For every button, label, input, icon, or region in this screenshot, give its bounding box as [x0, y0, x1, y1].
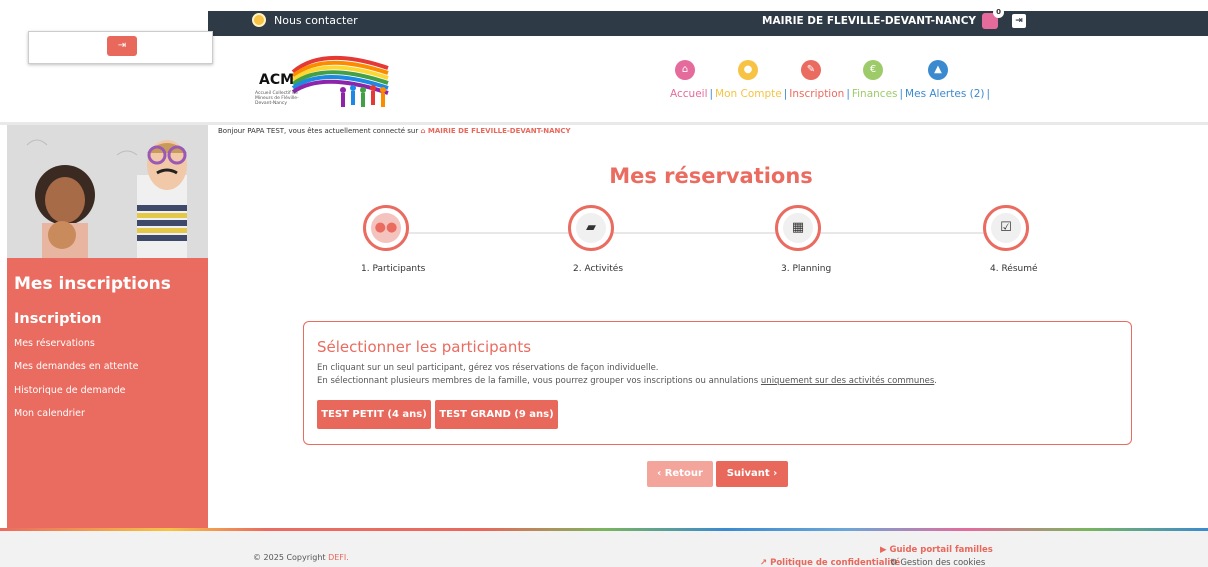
sidebar-link-demandes[interactable]: Mes demandes en attente — [14, 361, 138, 372]
logout-icon[interactable]: ⇥ — [1012, 14, 1027, 28]
step-participants[interactable]: ●● — [363, 205, 409, 251]
nav-home[interactable]: ⌂ — [675, 60, 695, 87]
step-label-participants: 1. Participants — [361, 264, 426, 274]
participant-button-grand[interactable]: TEST GRAND (9 ans) — [435, 400, 558, 429]
page-title: Mes réservations — [609, 164, 813, 188]
login-box: ⇥ — [28, 31, 213, 64]
nav-link-compte[interactable]: Mon Compte — [715, 88, 782, 100]
calendar-icon: ▦ — [783, 213, 813, 243]
next-button[interactable]: Suivant › — [716, 461, 788, 487]
main-nav-icons: ⌂ ● ✎ € ▲ — [668, 60, 948, 87]
nav-finances[interactable]: € — [863, 60, 883, 87]
panel-line2-text: En sélectionnant plusieurs membres de la… — [317, 376, 759, 386]
book-icon: ▰ — [576, 213, 606, 243]
copyright-brand-link[interactable]: DEFI. — [328, 553, 349, 562]
greeting-text: Bonjour PAPA TEST, vous êtes actuellemen… — [218, 127, 419, 135]
step-planning[interactable]: ▦ — [775, 205, 821, 251]
logo-subtitle: Accueil Collectif de Mineurs de Fléville… — [255, 91, 299, 106]
nav-link-finances[interactable]: Finances — [852, 88, 898, 100]
cookies-link[interactable]: ⚙ Gestion des cookies — [890, 558, 985, 567]
guide-link[interactable]: ▶ Guide portail familles — [880, 545, 993, 555]
panel-title: Sélectionner les participants — [317, 338, 532, 356]
guide-label: Guide portail familles — [889, 545, 993, 555]
nav-links: Accueil | Mon Compte | Inscription | Finances |… — [670, 88, 991, 100]
back-label: Retour — [664, 468, 703, 479]
sidebar-link-reservations[interactable]: Mes réservations — [14, 338, 95, 349]
nav-link-inscription[interactable]: Inscription — [789, 88, 844, 100]
logout-button[interactable]: ⇥ — [107, 36, 137, 56]
next-label: Suivant — [726, 468, 770, 479]
user-icon[interactable]: ● — [738, 60, 758, 80]
footer — [0, 531, 1208, 567]
contact-label: Nous contacter — [274, 13, 358, 27]
sidebar-subtitle: Inscription — [14, 311, 102, 327]
notification-badge: 0 — [993, 7, 1005, 18]
step-label-resume: 4. Résumé — [990, 264, 1038, 274]
sidebar-title: Mes inscriptions — [14, 274, 171, 294]
panel-line2-underlined: uniquement sur des activités communes — [760, 376, 935, 386]
contact-icon — [252, 13, 266, 27]
euro-icon[interactable]: € — [863, 60, 883, 80]
copyright-text: © 2025 Copyright — [253, 553, 326, 562]
nav-link-accueil[interactable]: Accueil — [670, 88, 708, 100]
nav-account[interactable]: ● — [738, 60, 758, 87]
pencil-icon[interactable]: ✎ — [801, 60, 821, 80]
top-bar-dark — [208, 11, 1208, 36]
mairie-label: MAIRIE DE FLEVILLE-DEVANT-NANCY — [762, 15, 977, 27]
nav-inscription[interactable]: ✎ — [801, 60, 821, 87]
home-icon[interactable]: ⌂ — [675, 60, 695, 80]
participants-icon: ●● — [371, 213, 401, 243]
mairie-header: MAIRIE DE FLEVILLE-DEVANT-NANCY 0 ⇥ — [762, 7, 1027, 29]
contact-link[interactable]: Nous contacter — [252, 13, 358, 27]
privacy-link[interactable]: ↗ Politique de confidentialité — [760, 558, 900, 567]
participants-panel: Sélectionner les participants En cliquan… — [303, 321, 1132, 445]
step-activites[interactable]: ▰ — [568, 205, 614, 251]
panel-line2: En sélectionnant plusieurs membres de la… — [317, 376, 937, 386]
nav-link-alertes[interactable]: Mes Alertes (2) — [905, 88, 984, 100]
warning-icon[interactable]: ▲ — [928, 60, 948, 80]
copyright: © 2025 Copyright DEFI. — [253, 553, 349, 562]
greeting-mairie: MAIRIE DE FLEVILLE-DEVANT-NANCY — [427, 127, 571, 135]
nav-alerts[interactable]: ▲ — [928, 60, 948, 87]
sidebar-link-calendrier[interactable]: Mon calendrier — [14, 408, 85, 419]
greeting-mairie-link[interactable]: ⌂ MAIRIE DE FLEVILLE-DEVANT-NANCY — [420, 127, 570, 135]
participant-button-petit[interactable]: TEST PETIT (4 ans) — [317, 400, 431, 429]
greeting: Bonjour PAPA TEST, vous êtes actuellemen… — [218, 127, 571, 135]
privacy-label: Politique de confidentialité — [770, 558, 901, 567]
acm-logo[interactable]: ACM Accueil Collectif de Mineurs de Flév… — [253, 44, 395, 118]
check-icon: ☑ — [991, 213, 1021, 243]
logo-text: ACM — [259, 72, 295, 88]
step-label-planning: 3. Planning — [781, 264, 832, 274]
sidebar-photo — [7, 125, 208, 258]
panel-line1: En cliquant sur un seul participant, gér… — [317, 363, 659, 373]
step-resume[interactable]: ☑ — [983, 205, 1029, 251]
step-label-activites: 2. Activités — [573, 264, 624, 274]
notification-icon[interactable]: 0 — [982, 7, 1005, 29]
sidebar-link-historique[interactable]: Historique de demande — [14, 385, 125, 396]
back-button[interactable]: ‹ Retour — [647, 461, 713, 487]
sidebar: Mes inscriptions Inscription Mes réserva… — [7, 258, 208, 530]
cookies-label: Gestion des cookies — [900, 558, 986, 567]
steps-line — [388, 232, 1012, 234]
